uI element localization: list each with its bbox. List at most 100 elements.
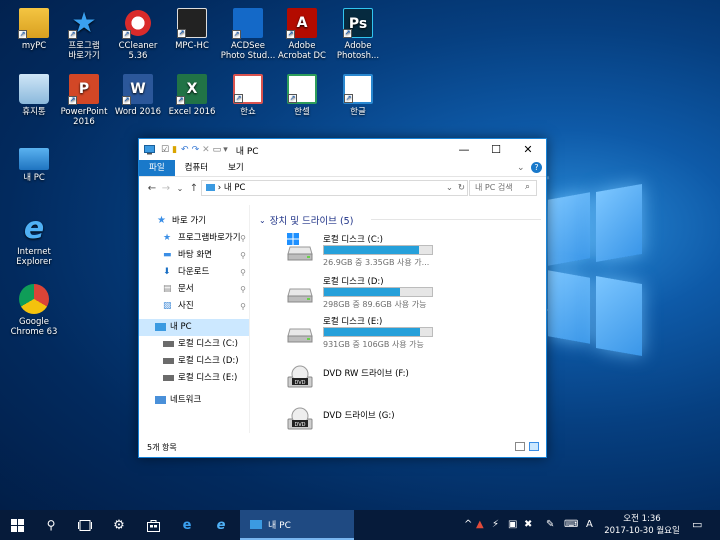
- drive-usage-bar: [323, 327, 433, 337]
- search-icon[interactable]: ⚲: [34, 510, 68, 540]
- app-tray-icon[interactable]: ▲: [476, 519, 484, 530]
- address-bar[interactable]: › 내 PC ⌄ ↻: [201, 180, 468, 196]
- tab-computer[interactable]: 컴퓨터: [175, 160, 218, 176]
- desktop-icon[interactable]: W ↗ Word 2016: [108, 74, 168, 117]
- drive-name: DVD RW 드라이브 (F:): [323, 369, 409, 379]
- section-divider: [371, 219, 541, 220]
- breadcrumb-this-pc[interactable]: 내 PC: [224, 183, 246, 193]
- up-arrow-icon[interactable]: ↑: [187, 183, 201, 194]
- desktop-icon-label: 한글: [350, 107, 366, 117]
- desktop-icon[interactable]: ↗ 한글: [328, 74, 388, 117]
- task-view-icon[interactable]: [68, 510, 102, 540]
- pin-icon[interactable]: ⚲: [240, 281, 246, 298]
- search-icon[interactable]: ⌕: [525, 182, 530, 192]
- large-icons-view-icon[interactable]: [529, 442, 539, 451]
- nav-drive-item[interactable]: 로컬 디스크 (C:): [139, 336, 249, 353]
- desktop-icon[interactable]: ↗ CCleaner 5.36: [108, 8, 168, 61]
- drive-space-info: 298GB 중 89.6GB 사용 가능: [323, 300, 427, 309]
- tab-view[interactable]: 보기: [218, 160, 254, 176]
- shortcut-arrow-icon: ↗: [122, 30, 131, 39]
- nav-network[interactable]: 네트워크: [139, 392, 249, 409]
- drive-tile[interactable]: 로컬 디스크 (E:) 931GB 중 106GB 사용 가능: [287, 315, 487, 353]
- refresh-icon[interactable]: ↻: [458, 181, 465, 195]
- desktop-icon-label: Google Chrome 63: [10, 317, 58, 337]
- edge-browser-icon[interactable]: e: [170, 510, 204, 540]
- desktop-icon[interactable]: ↗ ACDSee Photo Stud...: [218, 8, 278, 61]
- ime-indicator[interactable]: A: [586, 519, 593, 530]
- clock[interactable]: 오전 1:36 2017-10-30 월요일: [604, 513, 680, 537]
- drive-tile[interactable]: DVD DVD 드라이브 (G:): [287, 399, 487, 437]
- desktop-icon[interactable]: ↗ 한쇼: [218, 74, 278, 117]
- desktop-icon[interactable]: P ↗ PowerPoint 2016: [54, 74, 114, 127]
- desktop-icon[interactable]: 내 PC: [4, 144, 64, 183]
- title-bar[interactable]: ☑ ▮ ↶ ↷ ✕ ▭ ▾ 내 PC — ☐ ✕: [139, 139, 546, 161]
- nav-pinned-item[interactable]: ★ 프로그램바로가기 ⚲: [139, 230, 249, 247]
- display-tray-icon[interactable]: ▣: [508, 519, 517, 530]
- nav-quick-access[interactable]: ★ 바로 가기: [139, 213, 249, 230]
- redo-icon[interactable]: ↷: [192, 145, 200, 155]
- internet-explorer-icon[interactable]: e: [204, 510, 238, 540]
- settings-gear-icon[interactable]: ⚙: [102, 510, 136, 540]
- pin-icon[interactable]: ⚲: [240, 230, 246, 247]
- network-tray-icon[interactable]: ⚡: [492, 519, 499, 530]
- notifications-icon[interactable]: ▭: [692, 518, 702, 531]
- details-view-icon[interactable]: [515, 442, 525, 451]
- qat-rename-icon[interactable]: ▭: [213, 145, 222, 155]
- show-hidden-icons-icon[interactable]: ^: [464, 519, 472, 530]
- desktop-icon[interactable]: A ↗ Adobe Acrobat DC: [272, 8, 332, 61]
- pictures-icon: ▧: [163, 300, 172, 311]
- address-dropdown-icon[interactable]: ⌄: [446, 181, 453, 195]
- window-title: 내 PC: [235, 146, 259, 157]
- pin-icon[interactable]: ⚲: [240, 247, 246, 264]
- recent-dropdown-icon[interactable]: ⌄: [173, 184, 187, 193]
- maximize-button[interactable]: ☐: [481, 139, 511, 161]
- undo-icon[interactable]: ↶: [181, 145, 189, 155]
- desktop-icon[interactable]: ↗ MPC-HC: [162, 8, 222, 51]
- qat-dropdown-icon[interactable]: ▾: [223, 145, 228, 155]
- nav-pinned-item[interactable]: ▤ 문서 ⚲: [139, 281, 249, 298]
- qat-properties-icon[interactable]: ☑: [161, 145, 169, 155]
- desktop-icon[interactable]: ↗ 한셀: [272, 74, 332, 117]
- nav-item-label: 문서: [178, 284, 194, 294]
- help-icon[interactable]: ?: [531, 162, 542, 173]
- desktop-icon[interactable]: e Internet Explorer: [4, 214, 64, 268]
- hancell-icon: ↗: [287, 74, 317, 104]
- store-bag-icon[interactable]: [136, 510, 170, 540]
- ribbon-expand-icon[interactable]: ⌄: [517, 163, 525, 173]
- back-arrow-icon[interactable]: ←: [145, 183, 159, 194]
- keyboard-icon[interactable]: ⌨: [564, 519, 578, 530]
- nav-this-pc[interactable]: 내 PC: [139, 319, 249, 336]
- drive-name: 로컬 디스크 (E:): [323, 317, 383, 327]
- hanshow-icon: ↗: [233, 74, 263, 104]
- taskbar-this-pc-button[interactable]: 내 PC: [240, 510, 354, 540]
- download-icon: ⬇: [163, 266, 171, 277]
- minimize-button[interactable]: —: [449, 139, 479, 161]
- start-windows-icon[interactable]: [0, 510, 34, 540]
- section-header[interactable]: ⌄ 장치 및 드라이브 (5): [259, 213, 353, 228]
- nav-drive-item[interactable]: 로컬 디스크 (D:): [139, 353, 249, 370]
- volume-muted-icon[interactable]: ✖: [524, 519, 532, 530]
- forward-arrow-icon[interactable]: →: [159, 183, 173, 194]
- drive-tile[interactable]: DVD DVD RW 드라이브 (F:): [287, 357, 487, 395]
- drive-tile[interactable]: 로컬 디스크 (D:) 298GB 중 89.6GB 사용 가능: [287, 275, 487, 313]
- close-button[interactable]: ✕: [513, 139, 543, 161]
- nav-pinned-item[interactable]: ▬ 바탕 화면 ⚲: [139, 247, 249, 264]
- nav-item-label: 로컬 디스크 (D:): [178, 356, 239, 366]
- desktop-icon[interactable]: X ↗ Excel 2016: [162, 74, 222, 117]
- this-pc-icon: [19, 148, 49, 170]
- nav-pinned-item[interactable]: ⬇ 다운로드 ⚲: [139, 264, 249, 281]
- desktop-icon[interactable]: Google Chrome 63: [4, 284, 64, 337]
- pin-icon[interactable]: ⚲: [240, 264, 246, 281]
- nav-item-label: 바탕 화면: [178, 250, 212, 260]
- drive-tile[interactable]: 로컬 디스크 (C:) 26.9GB 중 3.35GB 사용 가...: [287, 233, 487, 271]
- delete-icon[interactable]: ✕: [202, 145, 210, 155]
- qat-newfolder-icon[interactable]: ▮: [172, 145, 177, 155]
- desktop-icon[interactable]: ★ ↗ 프로그램 바로가기: [54, 8, 114, 61]
- pen-tray-icon[interactable]: ✎: [546, 519, 554, 530]
- tab-file[interactable]: 파일: [139, 160, 175, 176]
- nav-drive-item[interactable]: 로컬 디스크 (E:): [139, 370, 249, 387]
- taskbar: ⚲ ⚙ e e 내 PC ^ ▲ ⚡ ▣ ✖ ✎ ⌨ A 오전 1:36 201…: [0, 510, 720, 540]
- pin-icon[interactable]: ⚲: [240, 298, 246, 315]
- desktop-icon[interactable]: Ps ↗ Adobe Photosh...: [328, 8, 388, 61]
- nav-pinned-item[interactable]: ▧ 사진 ⚲: [139, 298, 249, 315]
